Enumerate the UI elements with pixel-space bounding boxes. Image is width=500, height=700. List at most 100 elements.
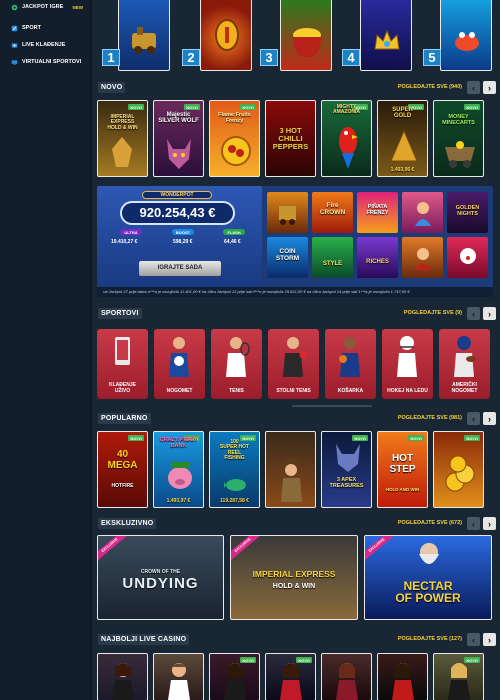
crab-icon — [455, 32, 479, 51]
game-tile[interactable]: NOVO SUPER GOLD 1.493,96 € — [377, 100, 428, 177]
exclusive-game-tile[interactable]: EXCLUSIVE NECTAR OF POWER — [364, 535, 492, 620]
wonderpot-game-tile[interactable]: RICHES — [357, 237, 398, 278]
phone-icon — [115, 337, 130, 365]
view-all-link[interactable]: POGLEDAJTE SVE (127) — [398, 636, 462, 642]
view-all-link[interactable]: POGLEDAJTE SVE (940) — [398, 84, 462, 90]
sidebar-item-virtualni-sportovi[interactable]: VIRTUALNI SPORTOVI — [0, 55, 91, 69]
top-game-tile-4[interactable] — [360, 0, 412, 71]
jackpot-value: 1.493,97 € — [166, 497, 191, 504]
play-now-button[interactable]: IGRAJTE SADA — [139, 261, 221, 276]
section-header-sportovi: SPORTOVI POGLEDAJTE SVE (9) ‹ › — [94, 306, 498, 322]
live-game-tile[interactable] — [153, 653, 204, 700]
section-header-novo: NOVO POGLEDAJTE SVE (940) ‹ › — [94, 80, 498, 96]
game-tile[interactable]: NOVO IMPERIAL EXPRESS HOLD & WIN — [97, 100, 148, 177]
exclusive-ribbon: EXCLUSIVE — [231, 536, 261, 562]
wonderpot-game-tile[interactable] — [447, 237, 488, 278]
arrow-left-icon[interactable]: ‹ — [467, 633, 480, 646]
live-game-tile[interactable]: NOVO — [433, 653, 484, 700]
arrow-right-icon[interactable]: › — [483, 307, 496, 320]
game-tile[interactable]: NOVO MONEY MINECARTS — [433, 100, 484, 177]
live-game-tile[interactable] — [377, 653, 428, 700]
arrow-right-icon[interactable]: › — [483, 412, 496, 425]
sport-label: HOKEJ NA LEDU — [387, 387, 428, 394]
game-tile[interactable]: NOVO 100 SUPER HOT REEL FISHING 119.287,58 … — [209, 431, 260, 508]
game-tile[interactable]: NOVO 3 APEX TREASURES — [321, 431, 372, 508]
zeus-icon — [419, 543, 439, 564]
sport-card-american-football[interactable]: AMERIČKI NOGOMET — [439, 329, 490, 399]
pig-icon — [168, 462, 192, 489]
character-icon — [414, 248, 432, 270]
sport-label: KOŠARKA — [337, 387, 364, 394]
exclusive-ribbon: EXCLUSIVE — [98, 536, 128, 562]
live-game-tile[interactable] — [321, 653, 372, 700]
game-title: 3 HOT CHILLI PEPPERS — [272, 126, 309, 151]
top-game-tile-5[interactable] — [440, 0, 492, 71]
wonderpot-game-tile[interactable] — [267, 192, 308, 233]
new-badge: NOVO — [464, 435, 480, 441]
train-icon — [279, 206, 296, 225]
view-all-link[interactable]: POGLEDAJTE SVE (981) — [398, 415, 462, 421]
game-title: 3 APEX TREASURES — [329, 477, 364, 489]
live-game-tile[interactable] — [97, 653, 148, 700]
game-title: 40 MEGA — [107, 449, 138, 471]
arrow-left-icon[interactable]: ‹ — [467, 81, 480, 94]
game-tile[interactable]: NOVO HOT STEP HOLD AND WIN — [377, 431, 428, 508]
sport-card-table-tennis[interactable]: STOLNI TENIS — [268, 329, 319, 399]
sport-card-tennis[interactable]: TENIS — [211, 329, 262, 399]
new-badge: NOVO — [408, 435, 424, 441]
game-tile[interactable]: NOVO Flame Fruits Frenzy — [209, 100, 260, 177]
sidebar-item-jackpot-igre[interactable]: JACKPOT IGRE NEW — [0, 0, 91, 14]
wonderpot-game-tile[interactable] — [402, 192, 443, 233]
wonderpot-game-tile[interactable]: PIÑATA FRENZY — [357, 192, 398, 233]
wonderpot-game-tile[interactable]: STYLE — [312, 237, 353, 278]
fruit-coin-icon — [221, 136, 251, 166]
new-badge: NOVO — [184, 104, 200, 110]
top-game-tile-3[interactable] — [280, 0, 332, 71]
tier-chip-flash: FLASH — [223, 229, 245, 235]
sidebar-item-label: SPORT — [22, 25, 41, 31]
top-game-tile-1[interactable] — [118, 0, 170, 71]
rank-number-1: 1 — [102, 49, 120, 66]
sport-card-ice-hockey[interactable]: HOKEJ NA LEDU — [382, 329, 433, 399]
dealer-icon — [168, 663, 190, 700]
sport-card-basketball[interactable]: KOŠARKA — [325, 329, 376, 399]
wonderpot-game-tile[interactable] — [402, 237, 443, 278]
dealer-icon — [280, 663, 302, 700]
wonderpot-game-tile[interactable]: GOLDEN NIGHTS — [447, 192, 488, 233]
wonderpot-game-tile[interactable]: Fire CROWN — [312, 192, 353, 233]
view-all-link[interactable]: POGLEDAJTE SVE (672) — [398, 520, 462, 526]
arrow-right-icon[interactable]: › — [483, 81, 496, 94]
sidebar-item-live-kladenje[interactable]: LIVE KLAĐENJE — [0, 38, 91, 52]
game-tile[interactable]: NOVO Majestic SILVER WOLF — [153, 100, 204, 177]
arrow-left-icon[interactable]: ‹ — [467, 412, 480, 425]
game-tile[interactable]: NOVO — [433, 431, 484, 508]
arrow-right-icon[interactable]: › — [483, 517, 496, 530]
wonderpot-title: WONDERPOT — [142, 191, 212, 199]
wonderpot-game-tile[interactable]: COIN STORM — [267, 237, 308, 278]
view-all-link[interactable]: POGLEDAJTE SVE (9) — [404, 310, 462, 316]
new-badge: NOVO — [464, 104, 480, 110]
jackpot-value: 1.493,96 € — [390, 166, 415, 173]
explorer-icon — [281, 458, 302, 502]
carousel-scrollbar[interactable] — [292, 405, 372, 407]
live-game-tile[interactable]: NOVO — [265, 653, 316, 700]
sport-card-football[interactable]: NOGOMET — [154, 329, 205, 399]
section-title: SPORTOVI — [98, 308, 142, 319]
game-tile[interactable]: NOVO 40 MEGA HOTFIRE — [97, 431, 148, 508]
basketball-player-icon — [339, 337, 360, 377]
sport-card-live-betting[interactable]: KLAĐENJE UŽIVO — [97, 329, 148, 399]
arrow-left-icon[interactable]: ‹ — [467, 517, 480, 530]
game-tile[interactable]: 3 HOT CHILLI PEPPERS — [265, 100, 316, 177]
game-tile[interactable]: NOVO CRAZY PIGGY BANK 1.493,97 € — [153, 431, 204, 508]
game-title: SUPER GOLD — [392, 107, 413, 120]
game-tile[interactable]: NOVO MIGHTY AMAZONIA — [321, 100, 372, 177]
game-tile[interactable] — [265, 431, 316, 508]
tier-value-ultra: 19.410,27 € — [111, 239, 138, 245]
exclusive-game-tile[interactable]: EXCLUSIVE IMPERIAL EXPRESS HOLD & WIN — [230, 535, 358, 620]
arrow-left-icon[interactable]: ‹ — [467, 307, 480, 320]
top-game-tile-2[interactable] — [200, 0, 252, 71]
live-game-tile[interactable]: NOVO — [209, 653, 260, 700]
sidebar-item-sport[interactable]: SPORT — [0, 21, 91, 35]
arrow-right-icon[interactable]: › — [483, 633, 496, 646]
exclusive-game-tile[interactable]: EXCLUSIVE CROWN OF THE UNDYING — [97, 535, 224, 620]
